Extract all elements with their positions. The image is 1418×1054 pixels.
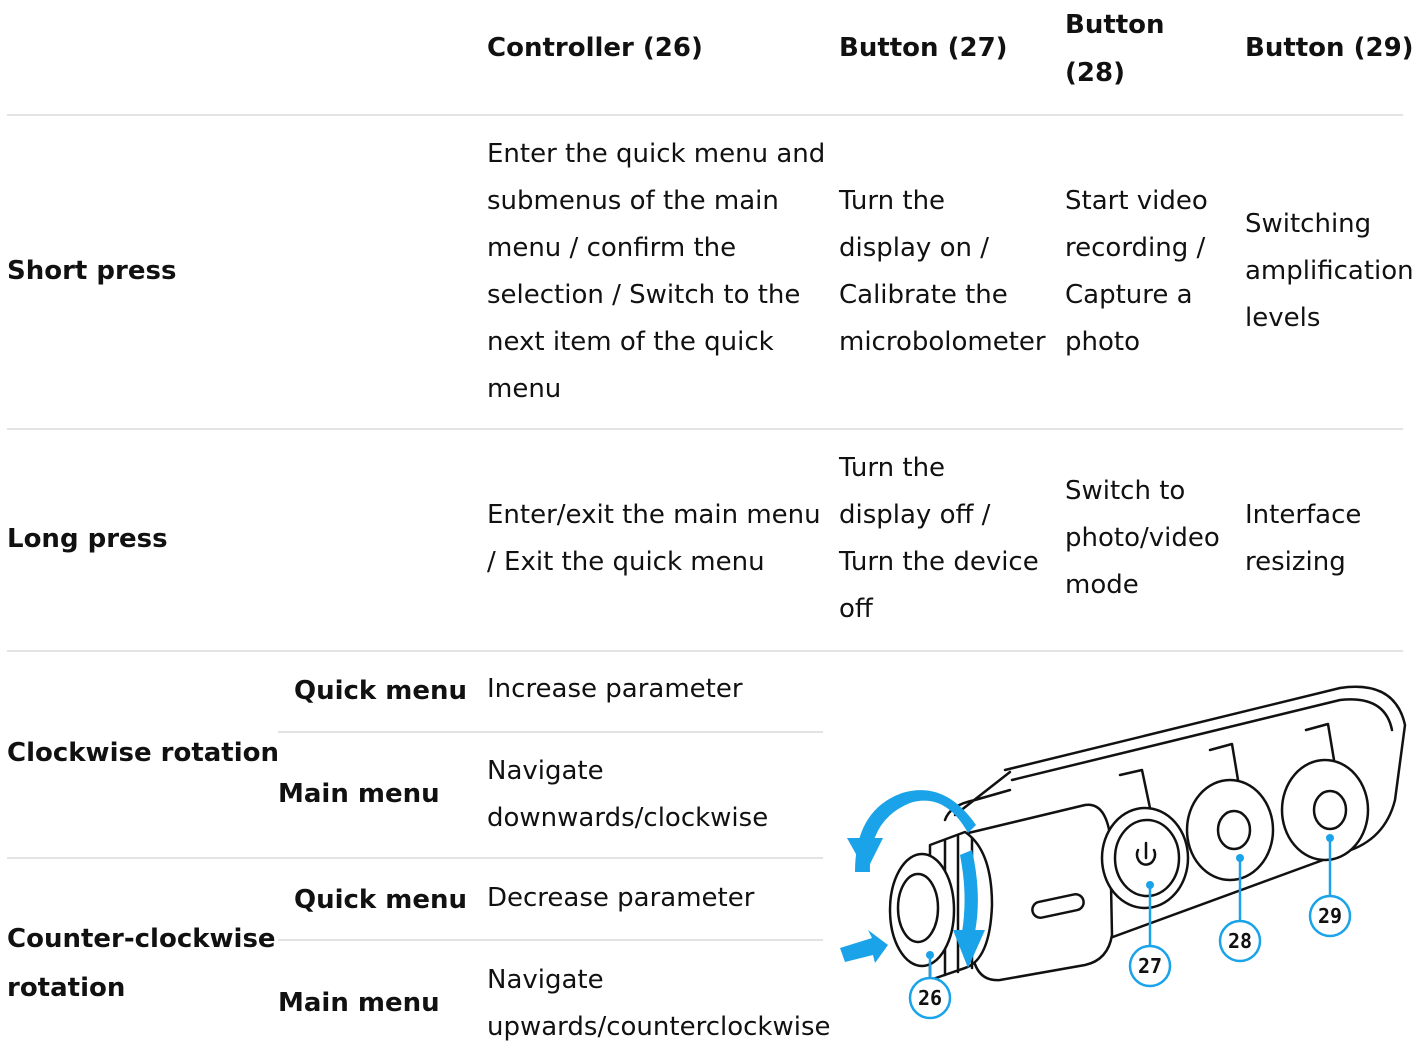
long-press-button-28: mode — [1065, 570, 1139, 600]
row-divider — [7, 650, 1403, 652]
long-press-controller: / Exit the quick menu — [487, 547, 765, 577]
short-press-button-27: Calibrate the — [839, 280, 1008, 310]
row-divider — [7, 857, 823, 859]
long-press-button-28: photo/video — [1065, 523, 1220, 553]
row-divider — [7, 114, 1403, 116]
subrow-divider — [278, 939, 823, 941]
header-button-29: Button (29) — [1245, 33, 1414, 63]
clockwise-quick-menu-label: Quick menu — [294, 676, 468, 706]
short-press-button-28: Start video — [1065, 186, 1208, 216]
row-label-long-press: Long press — [7, 524, 168, 554]
row-divider — [7, 428, 1403, 430]
counter-clockwise-main-menu-action: upwards/counterclockwise — [487, 1012, 831, 1042]
device-controls-illustration: 26 27 28 29 — [840, 685, 1407, 1020]
long-press-button-28: Switch to — [1065, 476, 1186, 506]
long-press-button-27: Turn the device — [839, 547, 1039, 577]
short-press-button-29: levels — [1245, 303, 1321, 333]
short-press-controller: next item of the quick — [487, 327, 774, 357]
callout-26: 26 — [918, 986, 942, 1010]
clockwise-quick-menu-action: Increase parameter — [487, 674, 743, 704]
row-label-counter-clockwise: rotation — [7, 973, 126, 1003]
short-press-button-29: amplification — [1245, 256, 1414, 286]
long-press-button-29: resizing — [1245, 547, 1346, 577]
header-button-28-line2: (28) — [1065, 58, 1125, 88]
short-press-controller: menu / confirm the — [487, 233, 737, 263]
row-label-clockwise: Clockwise rotation — [7, 738, 280, 768]
long-press-controller: Enter/exit the main menu — [487, 500, 821, 530]
header-button-27: Button (27) — [839, 33, 1008, 63]
counter-clockwise-main-menu-label: Main menu — [278, 988, 440, 1018]
clockwise-main-menu-label: Main menu — [278, 779, 440, 809]
long-press-button-27: off — [839, 594, 873, 624]
callout-27: 27 — [1138, 954, 1162, 978]
short-press-button-27: microbolometer — [839, 327, 1046, 357]
short-press-button-27: Turn the — [839, 186, 946, 216]
clockwise-main-menu-action: Navigate — [487, 756, 604, 786]
short-press-controller: menu — [487, 374, 562, 404]
short-press-controller: selection / Switch to the — [487, 280, 801, 310]
counter-clockwise-quick-menu-label: Quick menu — [294, 885, 468, 915]
short-press-button-28: recording / — [1065, 233, 1206, 263]
short-press-button-28: photo — [1065, 327, 1140, 357]
counter-clockwise-main-menu-action: Navigate — [487, 965, 604, 995]
callout-28: 28 — [1228, 929, 1252, 953]
callout-29: 29 — [1318, 904, 1342, 928]
long-press-button-29: Interface — [1245, 500, 1362, 530]
header-controller: Controller (26) — [487, 33, 703, 63]
long-press-button-27: Turn the — [839, 453, 946, 483]
clockwise-main-menu-action: downwards/clockwise — [487, 803, 769, 833]
counter-clockwise-quick-menu-action: Decrease parameter — [487, 883, 755, 913]
subrow-divider — [278, 731, 823, 733]
row-label-short-press: Short press — [7, 256, 177, 286]
short-press-controller: Enter the quick menu and — [487, 139, 826, 169]
long-press-button-27: display off / — [839, 500, 991, 530]
header-button-28-line1: Button — [1065, 10, 1165, 40]
short-press-button-27: display on / — [839, 233, 989, 263]
short-press-button-29: Switching — [1245, 209, 1372, 239]
short-press-button-28: Capture a — [1065, 280, 1193, 310]
short-press-controller: submenus of the main — [487, 186, 779, 216]
row-label-counter-clockwise: Counter-clockwise — [7, 924, 276, 954]
